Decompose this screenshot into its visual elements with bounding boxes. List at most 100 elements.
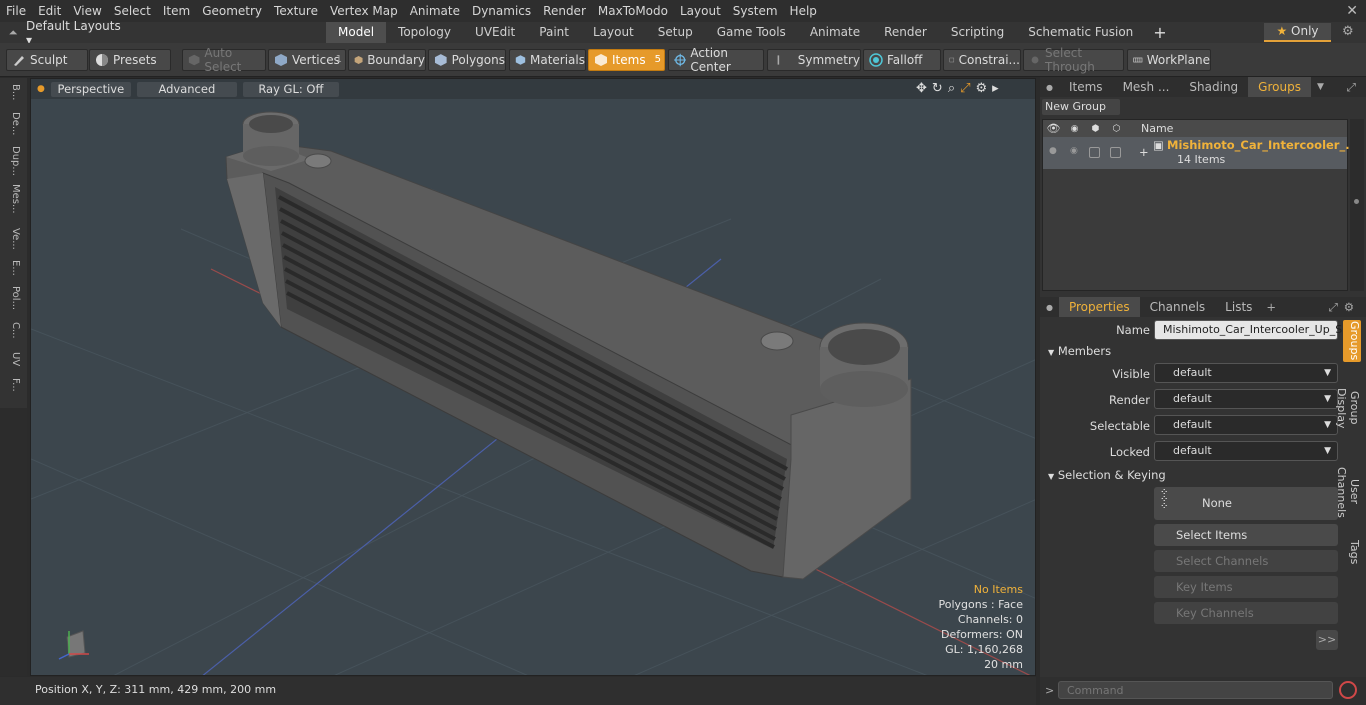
- left-tab-2[interactable]: Dup...: [5, 146, 21, 176]
- left-tab-1[interactable]: De...: [5, 112, 21, 135]
- close-icon[interactable]: ✕: [1346, 3, 1358, 19]
- tab-items[interactable]: Items: [1059, 77, 1113, 97]
- viewport-dot-icon[interactable]: ●: [37, 84, 45, 94]
- row-select-box[interactable]: [1110, 147, 1121, 158]
- side-tab-groups[interactable]: Groups: [1343, 320, 1361, 362]
- menu-edit[interactable]: Edit: [32, 4, 67, 18]
- auto-select-button[interactable]: Auto Select: [182, 46, 266, 74]
- tab-groups[interactable]: Groups: [1248, 77, 1311, 97]
- render-icon[interactable]: ◉: [1064, 124, 1085, 134]
- menu-geometry[interactable]: Geometry: [196, 4, 268, 18]
- tab-mesh[interactable]: Mesh ...: [1113, 77, 1180, 97]
- advanced-button[interactable]: Advanced: [136, 81, 237, 97]
- zoom-view-icon[interactable]: ⌕: [948, 81, 955, 96]
- tab-model[interactable]: Model: [326, 22, 387, 43]
- visible-dropdown[interactable]: default ▼: [1154, 363, 1338, 383]
- expand-arrow-icon[interactable]: ▸: [992, 81, 999, 96]
- left-tab-5[interactable]: E...: [5, 260, 21, 276]
- select-through-button[interactable]: Select Through: [1023, 46, 1124, 74]
- menu-select[interactable]: Select: [108, 4, 157, 18]
- tab-uvedit[interactable]: UVEdit: [463, 22, 527, 43]
- expand-plus-icon[interactable]: +: [1139, 145, 1149, 159]
- selectable-dropdown[interactable]: default ▼: [1154, 415, 1338, 435]
- tab-paint[interactable]: Paint: [527, 22, 581, 43]
- select-cube-icon[interactable]: ⬡: [1106, 124, 1127, 134]
- tab-topology[interactable]: Topology: [386, 22, 463, 43]
- gear-icon[interactable]: ⚙: [1342, 24, 1354, 39]
- perspective-button[interactable]: Perspective: [50, 81, 131, 97]
- panel-dot-icon[interactable]: ●: [1046, 83, 1053, 92]
- scroll-thumb[interactable]: [1354, 199, 1359, 204]
- props-expand-icon[interactable]: ⤢: [1329, 300, 1338, 315]
- menu-texture[interactable]: Texture: [268, 4, 324, 18]
- polygons-button[interactable]: Polygons: [428, 49, 506, 71]
- side-tab-group-display[interactable]: Group Display: [1335, 372, 1361, 444]
- more-button[interactable]: >>: [1316, 630, 1338, 650]
- tab-schematic-fusion[interactable]: Schematic Fusion: [1016, 22, 1145, 43]
- rotate-view-icon[interactable]: ↻: [932, 81, 943, 96]
- workplane-button[interactable]: WorkPlane: [1127, 49, 1211, 71]
- none-button[interactable]: ⁘ ⁘ ⁘ None: [1154, 487, 1338, 520]
- row-render-icon[interactable]: ◉: [1070, 146, 1078, 156]
- tab-game-tools[interactable]: Game Tools: [705, 22, 798, 43]
- members-section[interactable]: ▼ Members: [1048, 344, 1111, 358]
- props-gear-icon[interactable]: ⚙: [1344, 300, 1354, 314]
- items-button[interactable]: Items 5: [588, 49, 665, 71]
- left-tab-8[interactable]: UV: [5, 352, 21, 366]
- tab-properties[interactable]: Properties: [1058, 297, 1140, 317]
- row-eye-icon[interactable]: ●: [1049, 146, 1057, 156]
- command-input[interactable]: [1058, 681, 1333, 699]
- raygl-button[interactable]: Ray GL: Off: [242, 81, 339, 97]
- maximize-view-icon[interactable]: ⤢: [960, 81, 970, 96]
- menu-animate[interactable]: Animate: [404, 4, 466, 18]
- materials-button[interactable]: Materials: [509, 49, 586, 71]
- panel-expand-icon[interactable]: ⤢: [1347, 80, 1356, 95]
- symmetry-button[interactable]: Symmetry: [767, 49, 861, 71]
- record-icon[interactable]: [1339, 681, 1357, 699]
- row-lock-box[interactable]: [1089, 147, 1100, 158]
- presets-button[interactable]: Presets: [89, 49, 171, 71]
- selection-keying-section[interactable]: ▼ Selection & Keying: [1048, 468, 1166, 482]
- add-tab-icon[interactable]: +: [1145, 22, 1174, 43]
- groups-scrollbar[interactable]: [1350, 119, 1364, 291]
- tab-scripting[interactable]: Scripting: [939, 22, 1016, 43]
- menu-system[interactable]: System: [727, 4, 784, 18]
- action-center-button[interactable]: Action Center: [668, 46, 764, 74]
- menu-dynamics[interactable]: Dynamics: [466, 4, 537, 18]
- menu-layout[interactable]: Layout: [674, 4, 727, 18]
- menu-vertex-map[interactable]: Vertex Map: [324, 4, 404, 18]
- sculpt-button[interactable]: Sculpt: [6, 49, 88, 71]
- key-items-button[interactable]: Key Items: [1154, 576, 1338, 598]
- 3d-viewport[interactable]: ● Perspective Advanced Ray GL: Off ✥ ↻ ⌕…: [30, 78, 1036, 676]
- visibility-eye-icon[interactable]: 👁: [1043, 122, 1064, 135]
- menu-item[interactable]: Item: [157, 4, 196, 18]
- tab-lists[interactable]: Lists: [1215, 297, 1262, 317]
- select-items-button[interactable]: Select Items: [1154, 524, 1338, 546]
- tab-shading[interactable]: Shading: [1179, 77, 1248, 97]
- menu-help[interactable]: Help: [784, 4, 823, 18]
- boundary-button[interactable]: Boundary: [348, 49, 426, 71]
- locked-dropdown[interactable]: default ▼: [1154, 441, 1338, 461]
- render-dropdown[interactable]: default ▼: [1154, 389, 1338, 409]
- menu-maxtomodo[interactable]: MaxToModo: [592, 4, 674, 18]
- new-group-button[interactable]: New Group: [1042, 99, 1120, 115]
- left-tab-6[interactable]: Pol...: [5, 286, 21, 310]
- tab-channels[interactable]: Channels: [1140, 297, 1216, 317]
- left-tab-7[interactable]: C...: [5, 322, 21, 339]
- move-view-icon[interactable]: ✥: [916, 81, 927, 96]
- layout-up-icon[interactable]: ⏶: [0, 26, 26, 40]
- left-tab-0[interactable]: B...: [5, 84, 21, 100]
- add-panel-tab-icon[interactable]: +: [1266, 300, 1276, 314]
- left-tab-4[interactable]: Ve...: [5, 228, 21, 250]
- lock-cube-icon[interactable]: ⬢: [1085, 124, 1106, 134]
- menu-render[interactable]: Render: [537, 4, 592, 18]
- side-tab-tags[interactable]: Tags: [1343, 538, 1361, 566]
- tab-layout[interactable]: Layout: [581, 22, 646, 43]
- falloff-button[interactable]: Falloff: [863, 49, 941, 71]
- tab-animate[interactable]: Animate: [798, 22, 872, 43]
- constraints-button[interactable]: Constrai...: [943, 49, 1021, 71]
- vertices-button[interactable]: Vertices 1: [268, 49, 346, 71]
- left-tab-3[interactable]: Mes...: [5, 184, 21, 214]
- group-row[interactable]: ● ◉ + ▣ Mishimoto_Car_Intercooler_... 14…: [1043, 137, 1358, 169]
- left-tab-9[interactable]: F...: [5, 378, 21, 392]
